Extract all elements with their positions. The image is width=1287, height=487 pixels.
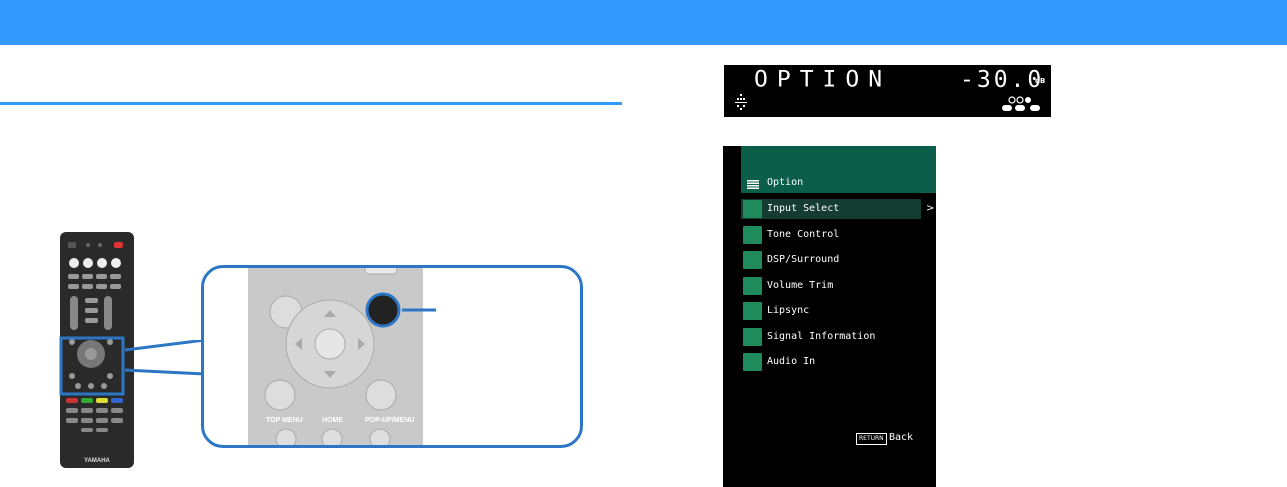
menu-item-input-select[interactable]: Input Select <box>741 199 921 219</box>
lipsync-icon <box>743 302 762 320</box>
option-pointer <box>402 308 436 312</box>
menu-title-row: Option <box>723 174 936 194</box>
input-icon <box>743 200 762 218</box>
signal-icon <box>743 328 762 346</box>
audio-icon <box>743 353 762 371</box>
menu-item-label: Tone Control <box>767 229 840 240</box>
menu-title: Option <box>767 177 804 188</box>
menu-item-label: Audio In <box>767 356 816 367</box>
zoom-connector <box>124 340 206 376</box>
front-panel-display: OPTION -30.0 dB <box>724 65 1051 117</box>
tone-icon <box>743 226 762 244</box>
menu-item-label: Input Select <box>767 203 840 214</box>
remote-brand: YAMAHA <box>84 458 110 464</box>
menu-item-audio-in[interactable]: Audio In <box>741 352 921 372</box>
menu-item-label: Lipsync <box>767 305 810 316</box>
status-indicator-icon <box>1002 96 1040 111</box>
display-main-text: OPTION <box>754 67 892 93</box>
back-label[interactable]: Back <box>889 432 913 443</box>
tv-option-menu: Option Input Select > Tone Control DSP/S… <box>723 146 936 487</box>
remote-zoom-callout: TOP MENU HOME POP-UP/MENU <box>201 265 583 448</box>
menu-item-dsp-surround[interactable]: DSP/Surround <box>741 250 921 270</box>
menu-item-label: Volume Trim <box>767 280 834 291</box>
surround-icon <box>743 251 762 269</box>
menu-item-volume-trim[interactable]: Volume Trim <box>741 276 921 296</box>
menu-item-tone-control[interactable]: Tone Control <box>741 225 921 245</box>
submenu-arrow-icon[interactable]: > <box>926 203 934 214</box>
volume-icon <box>743 277 762 295</box>
menu-item-label: DSP/Surround <box>767 254 840 265</box>
header-bar <box>0 0 1287 45</box>
speaker-indicator-icon <box>735 94 747 110</box>
section-divider <box>0 102 622 105</box>
display-unit: dB <box>1035 77 1046 85</box>
return-key-icon: RETURN <box>856 433 887 445</box>
display-volume: -30.0 <box>960 67 1045 93</box>
menu-item-lipsync[interactable]: Lipsync <box>741 301 921 321</box>
menu-list-icon <box>747 180 759 189</box>
menu-item-label: Signal Information <box>767 331 876 342</box>
menu-item-signal-information[interactable]: Signal Information <box>741 327 921 347</box>
